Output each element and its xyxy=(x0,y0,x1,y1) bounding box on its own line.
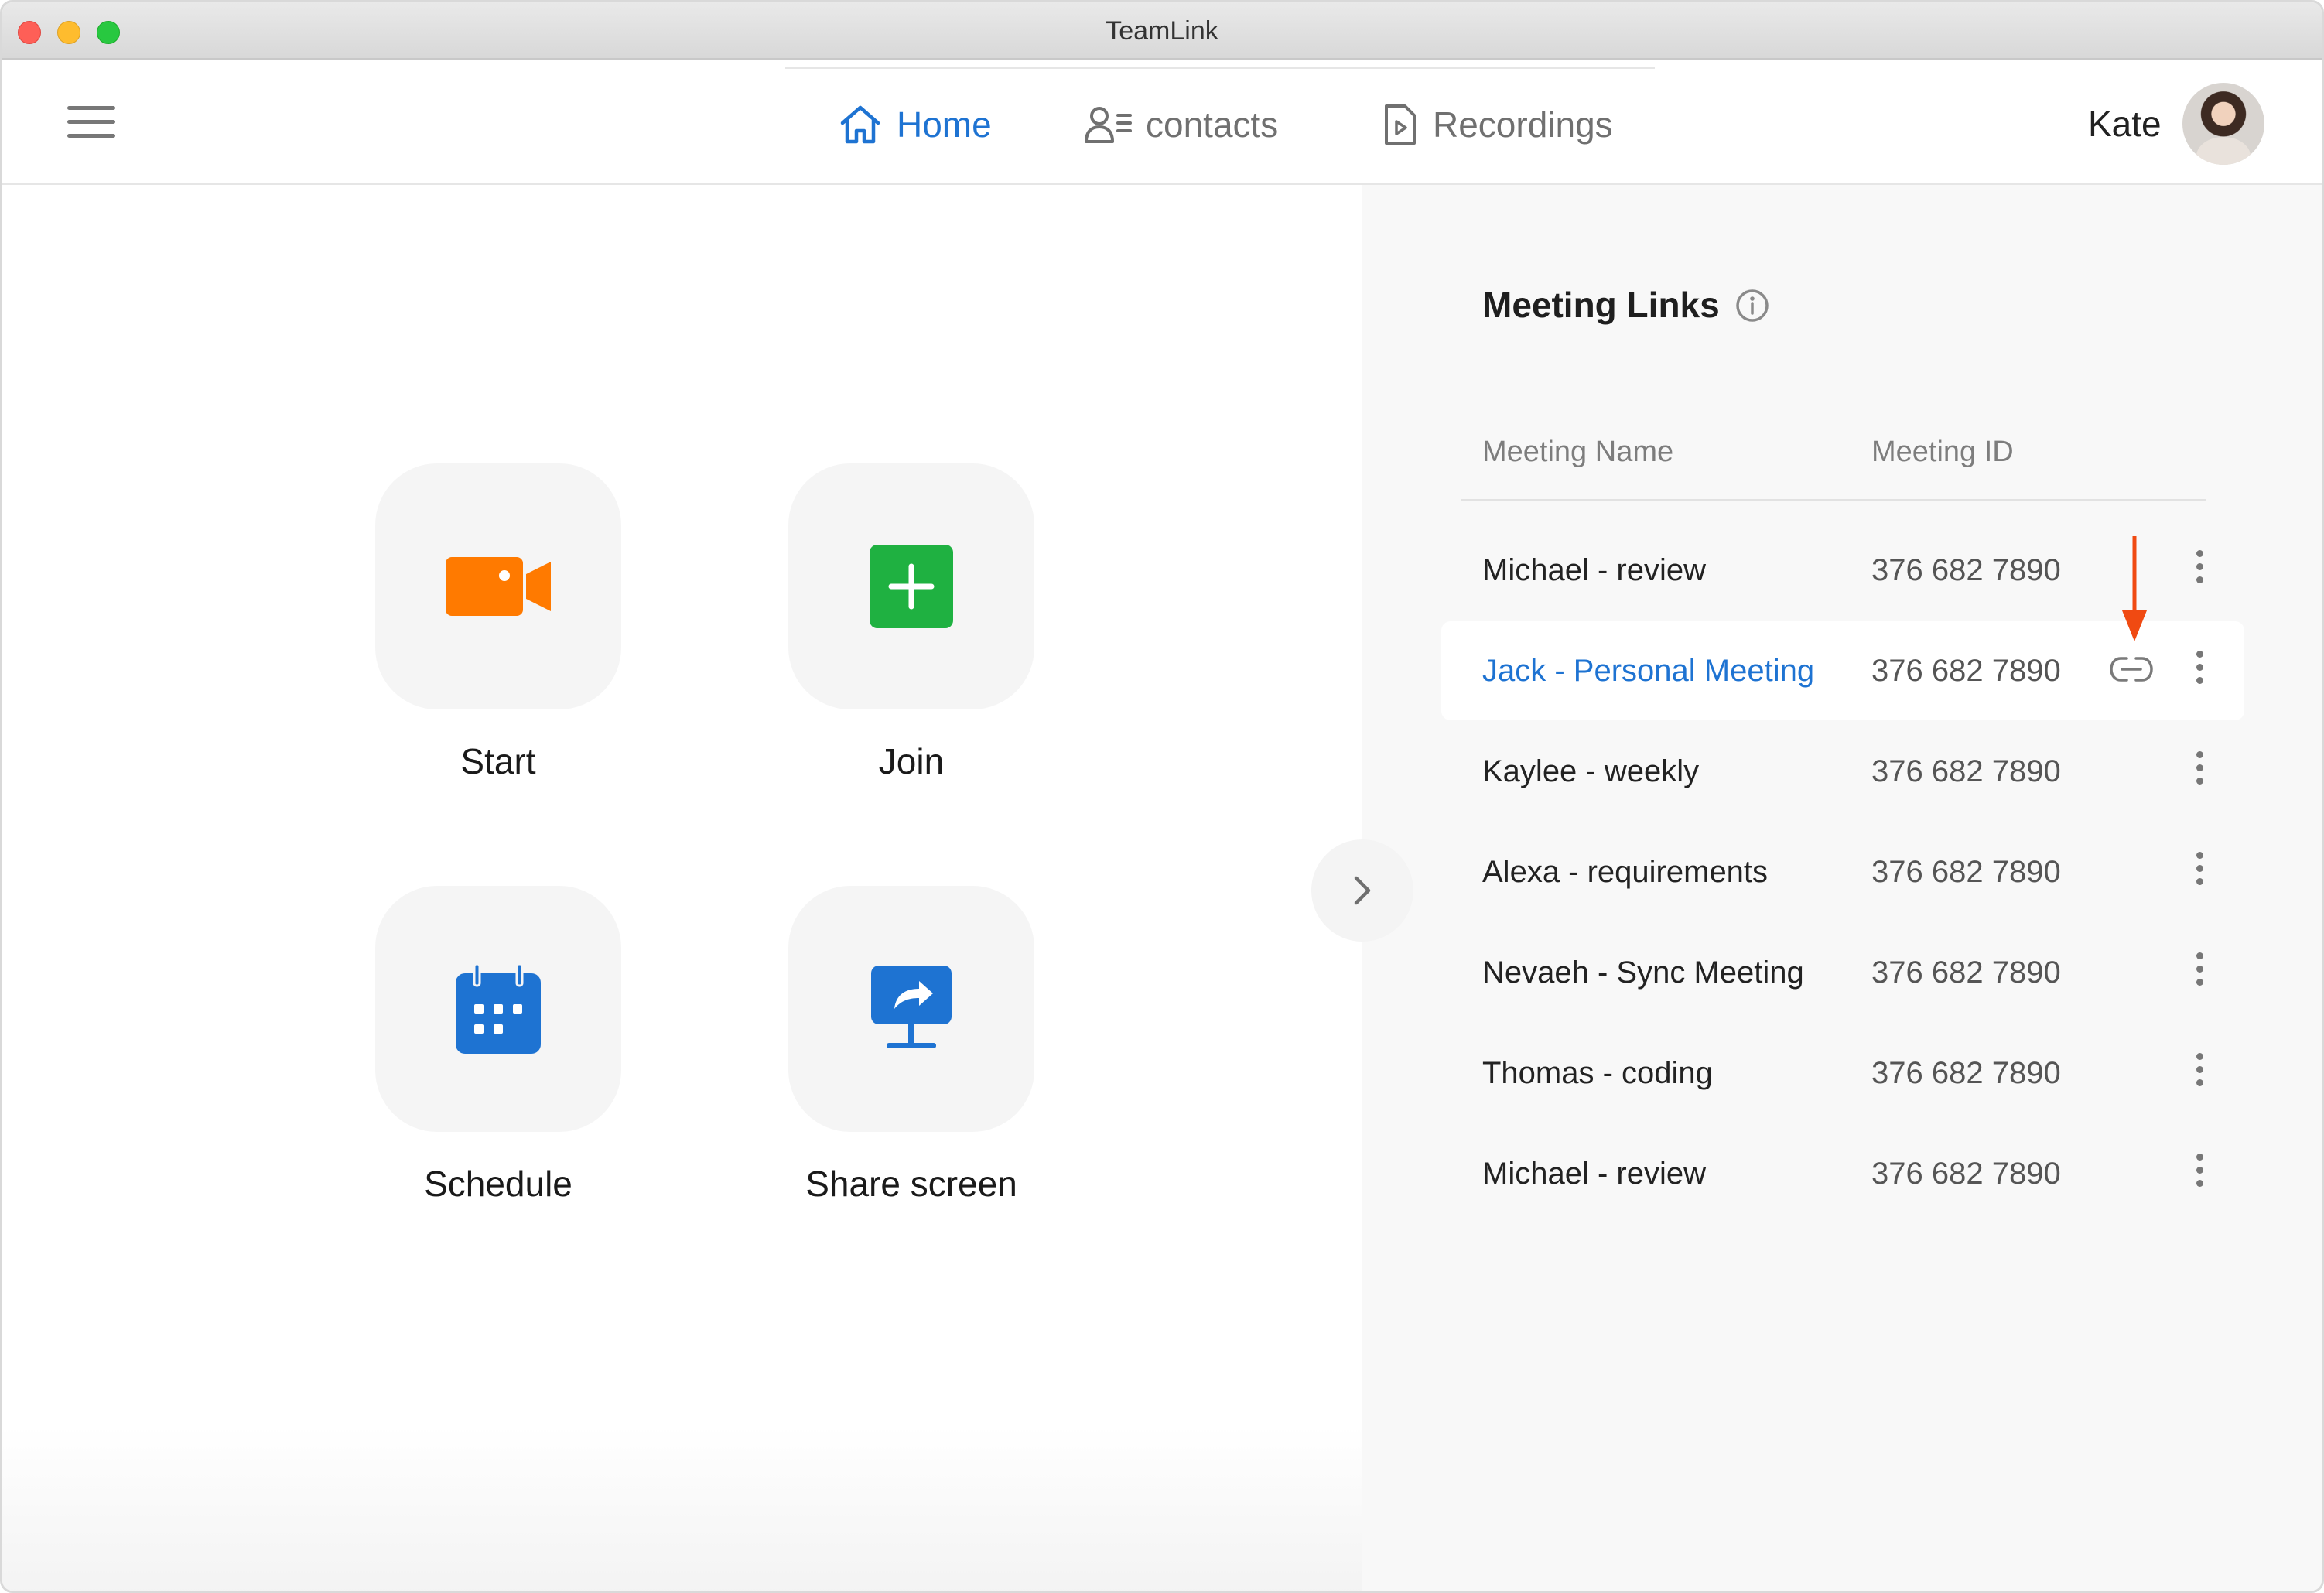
menu-icon-line xyxy=(67,134,115,138)
meeting-id: 376 682 7890 xyxy=(1871,754,2061,788)
annotation-arrow-icon xyxy=(2122,536,2147,641)
chevron-right-icon xyxy=(1354,876,1371,905)
meeting-id: 376 682 7890 xyxy=(1871,1157,2061,1191)
meeting-name: Thomas - coding xyxy=(1482,1056,1713,1090)
meeting-row[interactable]: Michael - review 376 682 7890 xyxy=(1441,1124,2244,1223)
meeting-row[interactable]: Thomas - coding 376 682 7890 xyxy=(1441,1024,2244,1123)
more-options-icon[interactable] xyxy=(2195,852,2204,891)
tab-recordings[interactable]: Recordings xyxy=(1382,100,1613,149)
app-window: TeamLink Home contacts Recordings Kate S… xyxy=(0,0,2324,1593)
tab-recordings-label: Recordings xyxy=(1433,104,1613,145)
meeting-id: 376 682 7890 xyxy=(1871,654,2061,688)
meeting-name: Nevaeh - Sync Meeting xyxy=(1482,955,1804,990)
meeting-name: Kaylee - weekly xyxy=(1482,754,1700,788)
user-name: Kate xyxy=(2088,104,2162,144)
home-icon xyxy=(840,105,880,144)
schedule-label: Schedule xyxy=(424,1164,572,1204)
calendar-icon xyxy=(456,964,541,1054)
meeting-name: Jack - Personal Meeting xyxy=(1482,654,1815,688)
meeting-id: 376 682 7890 xyxy=(1871,1056,2061,1090)
more-options-icon[interactable] xyxy=(2195,651,2204,689)
column-header-name: Meeting Name xyxy=(1482,436,1674,468)
nav-divider xyxy=(785,67,1655,69)
meeting-id: 376 682 7890 xyxy=(1871,955,2061,990)
meeting-row[interactable]: Alexa - requirements 376 682 7890 xyxy=(1441,822,2244,921)
schedule-button[interactable] xyxy=(375,886,621,1132)
menu-icon-line xyxy=(67,120,115,124)
meeting-name: Michael - review xyxy=(1482,553,1706,587)
contacts-icon xyxy=(1085,107,1132,143)
share-screen-button[interactable] xyxy=(788,886,1034,1132)
plus-icon xyxy=(870,545,953,628)
start-label: Start xyxy=(460,741,536,781)
meeting-id: 376 682 7890 xyxy=(1871,553,2061,587)
more-options-icon[interactable] xyxy=(2195,751,2204,790)
recordings-icon xyxy=(1385,104,1416,145)
column-header-id: Meeting ID xyxy=(1871,436,2014,468)
meeting-row[interactable]: Kaylee - weekly 376 682 7890 xyxy=(1441,722,2244,821)
tab-contacts[interactable]: contacts xyxy=(1084,100,1278,149)
more-options-icon[interactable] xyxy=(2195,550,2204,589)
info-icon[interactable] xyxy=(1735,289,1769,323)
avatar[interactable] xyxy=(2182,83,2264,165)
meeting-row[interactable]: Nevaeh - Sync Meeting 376 682 7890 xyxy=(1441,923,2244,1022)
title-bar: TeamLink xyxy=(2,2,2322,60)
share-screen-label: Share screen xyxy=(805,1164,1017,1204)
meeting-name: Alexa - requirements xyxy=(1482,855,1769,889)
share-screen-icon xyxy=(871,966,952,1048)
tab-contacts-label: contacts xyxy=(1146,104,1279,145)
join-label: Join xyxy=(878,741,945,781)
more-options-icon[interactable] xyxy=(2195,1053,2204,1092)
header-divider xyxy=(1461,499,2206,501)
menu-icon-line xyxy=(67,106,115,110)
home-actions-panel xyxy=(2,185,1362,1591)
meeting-name: Michael - review xyxy=(1482,1157,1706,1191)
more-options-icon[interactable] xyxy=(2195,952,2204,991)
meeting-links-title: Meeting Links xyxy=(1482,285,1720,325)
top-nav: Home contacts Recordings Kate xyxy=(2,60,2322,185)
tab-home[interactable]: Home xyxy=(838,100,992,149)
join-button[interactable] xyxy=(788,463,1034,709)
start-button[interactable] xyxy=(375,463,621,709)
copy-link-icon[interactable] xyxy=(2108,655,2155,683)
more-options-icon[interactable] xyxy=(2195,1154,2204,1192)
meeting-id: 376 682 7890 xyxy=(1871,855,2061,889)
window-title: TeamLink xyxy=(1106,16,1218,46)
collapse-panel-button[interactable] xyxy=(1311,839,1413,942)
tab-home-label: Home xyxy=(897,104,992,145)
video-camera-icon xyxy=(446,557,551,616)
menu-button[interactable] xyxy=(67,106,115,142)
